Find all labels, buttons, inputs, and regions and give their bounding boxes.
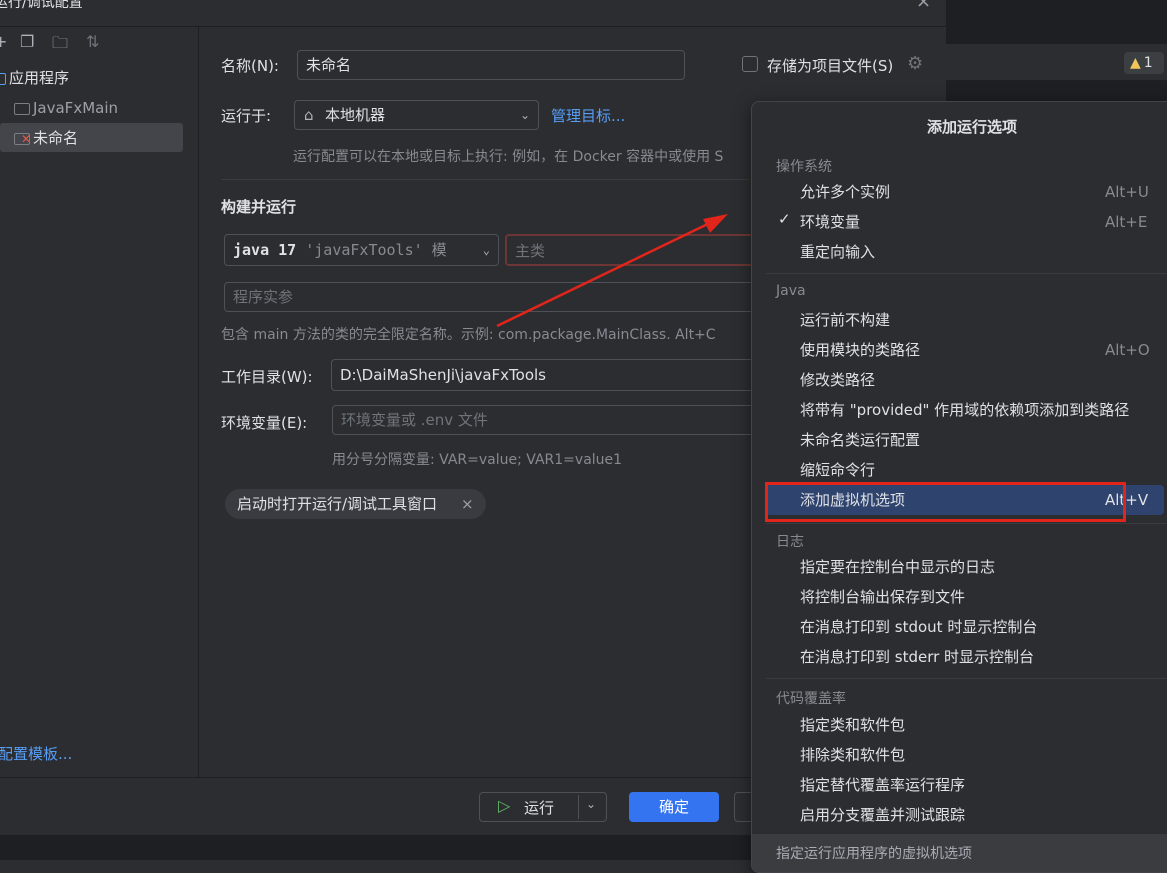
build-run-heading: 构建并运行 bbox=[221, 198, 297, 216]
env-hint: 用分号分隔变量: VAR=value; VAR1=value1 bbox=[332, 452, 623, 468]
section-os: 操作系统 bbox=[776, 159, 832, 175]
warning-badge[interactable]: ▲ 1 bbox=[1124, 52, 1164, 74]
application-config-error-icon: ✕ bbox=[14, 132, 31, 146]
run-on-hint: 运行配置可以在本地或目标上执行: 例如，在 Docker 容器中或使用 S bbox=[293, 149, 724, 165]
menu-shortcut: Alt+E bbox=[1105, 213, 1148, 231]
env-label: 环境变量(E): bbox=[221, 414, 308, 432]
close-icon[interactable]: × bbox=[916, 0, 931, 12]
menu-item-stderr-console[interactable]: 在消息打印到 stderr 时显示控制台 bbox=[800, 644, 1034, 670]
chevron-down-icon[interactable]: ⌄ bbox=[586, 797, 596, 811]
run-button[interactable]: ▷ 运行 ⌄ bbox=[479, 792, 607, 822]
close-icon[interactable]: × bbox=[461, 489, 474, 519]
name-label: 名称(N): bbox=[221, 57, 279, 75]
env-placeholder: 环境变量或 .env 文件 bbox=[341, 411, 488, 429]
ok-button[interactable]: 确定 bbox=[629, 792, 719, 822]
jdk-module: 'javaFxTools' 模 bbox=[305, 241, 447, 259]
menu-separator bbox=[766, 523, 1167, 524]
tree-item-label: JavaFxMain bbox=[33, 99, 118, 117]
main-class-input[interactable]: 主类 bbox=[505, 234, 755, 266]
env-input[interactable]: 环境变量或 .env 文件 bbox=[332, 405, 755, 435]
menu-item-no-build[interactable]: 运行前不构建 bbox=[800, 307, 890, 333]
jdk-select[interactable]: java 17 'javaFxTools' 模 ⌄ bbox=[224, 234, 499, 266]
menu-item-alt-coverage[interactable]: 指定替代覆盖率运行程序 bbox=[800, 772, 965, 798]
name-input[interactable]: 未命名 bbox=[297, 50, 685, 80]
gear-icon[interactable]: ⚙ bbox=[907, 53, 923, 74]
run-on-label: 运行于: bbox=[221, 107, 272, 125]
tree-root-label: 应用程序 bbox=[9, 69, 70, 87]
menu-shortcut: Alt+O bbox=[1105, 341, 1150, 359]
manage-targets-link[interactable]: 管理目标... bbox=[551, 105, 625, 126]
copy-icon[interactable]: ❐ bbox=[20, 32, 34, 51]
menu-item-shorten-cmdline[interactable]: 缩短命令行 bbox=[800, 457, 875, 483]
warning-count: 1 bbox=[1143, 55, 1153, 71]
popup-title: 添加运行选项 bbox=[926, 118, 1017, 136]
run-label: 运行 bbox=[524, 799, 555, 817]
workdir-label: 工作目录(W): bbox=[221, 368, 313, 386]
add-icon[interactable]: + bbox=[0, 32, 7, 51]
new-folder-icon[interactable]: 🗀 bbox=[52, 32, 68, 59]
menu-item-specify-packages[interactable]: 指定类和软件包 bbox=[800, 712, 905, 738]
menu-item-save-console[interactable]: 将控制台输出保存到文件 bbox=[800, 584, 965, 610]
tag-label: 启动时打开运行/调试工具窗口 bbox=[237, 495, 438, 513]
menu-item-env-vars[interactable]: 环境变量 bbox=[800, 209, 860, 235]
store-as-project-checkbox[interactable] bbox=[742, 56, 758, 72]
title-bar bbox=[0, 0, 946, 27]
menu-item-exclude-packages[interactable]: 排除类和软件包 bbox=[800, 742, 905, 768]
chevron-down-icon: ⌄ bbox=[519, 108, 530, 122]
run-icon: ▷ bbox=[498, 796, 511, 815]
menu-item-modify-classpath[interactable]: 修改类路径 bbox=[800, 367, 875, 393]
tree-item-javafxmain[interactable]: JavaFxMain bbox=[14, 94, 118, 122]
menu-separator bbox=[766, 273, 1167, 274]
section-divider bbox=[221, 179, 749, 180]
tree-item-unnamed[interactable]: ✕ 未命名 bbox=[14, 124, 78, 152]
workdir-input[interactable]: D:\DaiMaShenJi\javaFxTools bbox=[331, 359, 755, 391]
run-on-value: 本地机器 bbox=[325, 106, 386, 124]
warning-triangle-icon: ▲ bbox=[1130, 55, 1141, 71]
jdk-value: java 17 bbox=[233, 241, 297, 259]
annotation-highlight-box bbox=[765, 482, 1126, 522]
split-divider bbox=[578, 795, 579, 819]
main-class-hint: 包含 main 方法的类的完全限定名称。示例: com.package.Main… bbox=[221, 327, 716, 343]
edit-templates-link[interactable]: 配置模板... bbox=[0, 743, 72, 764]
menu-item-stdout-console[interactable]: 在消息打印到 stdout 时显示控制台 bbox=[800, 614, 1037, 640]
chevron-down-icon: ⌄ bbox=[479, 235, 490, 265]
menu-item-branch-coverage[interactable]: 启用分支覆盖并测试跟踪 bbox=[800, 802, 965, 828]
menu-item-logs-console[interactable]: 指定要在控制台中显示的日志 bbox=[800, 554, 995, 580]
check-icon: ✓ bbox=[778, 210, 791, 228]
menu-item-redirect-input[interactable]: 重定向输入 bbox=[800, 239, 875, 265]
program-args-input[interactable]: 程序实参 bbox=[224, 282, 755, 312]
window-title: 运行/调试配置 bbox=[0, 0, 83, 11]
store-as-project-label: 存储为项目文件(S) bbox=[767, 57, 894, 75]
program-args-placeholder: 程序实参 bbox=[233, 288, 294, 306]
menu-item-allow-multiple[interactable]: 允许多个实例 bbox=[800, 179, 890, 205]
main-class-placeholder: 主类 bbox=[515, 242, 546, 260]
menu-separator bbox=[766, 678, 1167, 679]
menu-item-provided-scope[interactable]: 将带有 "provided" 作用域的依赖项添加到类路径 bbox=[800, 397, 1129, 423]
application-config-icon bbox=[14, 102, 30, 115]
menu-item-module-classpath[interactable]: 使用模块的类路径 bbox=[800, 337, 920, 363]
tree-item-label: 未命名 bbox=[33, 129, 79, 147]
section-logs: 日志 bbox=[776, 534, 804, 550]
open-tool-window-tag[interactable]: 启动时打开运行/调试工具窗口 × bbox=[225, 489, 486, 519]
folder-icon bbox=[0, 72, 6, 85]
run-on-select[interactable]: ⌂ 本地机器 ⌄ bbox=[294, 100, 539, 130]
home-icon: ⌂ bbox=[304, 106, 314, 124]
menu-item-unnamed-class[interactable]: 未命名类运行配置 bbox=[800, 427, 920, 453]
tree-root-application[interactable]: 应用程序 bbox=[0, 64, 69, 92]
section-java: Java bbox=[776, 283, 806, 299]
sort-icon[interactable]: ⇅ bbox=[86, 32, 99, 51]
popup-footer-hint: 指定运行应用程序的虚拟机选项 bbox=[776, 846, 972, 862]
menu-shortcut: Alt+U bbox=[1105, 183, 1149, 201]
section-coverage: 代码覆盖率 bbox=[776, 691, 846, 707]
